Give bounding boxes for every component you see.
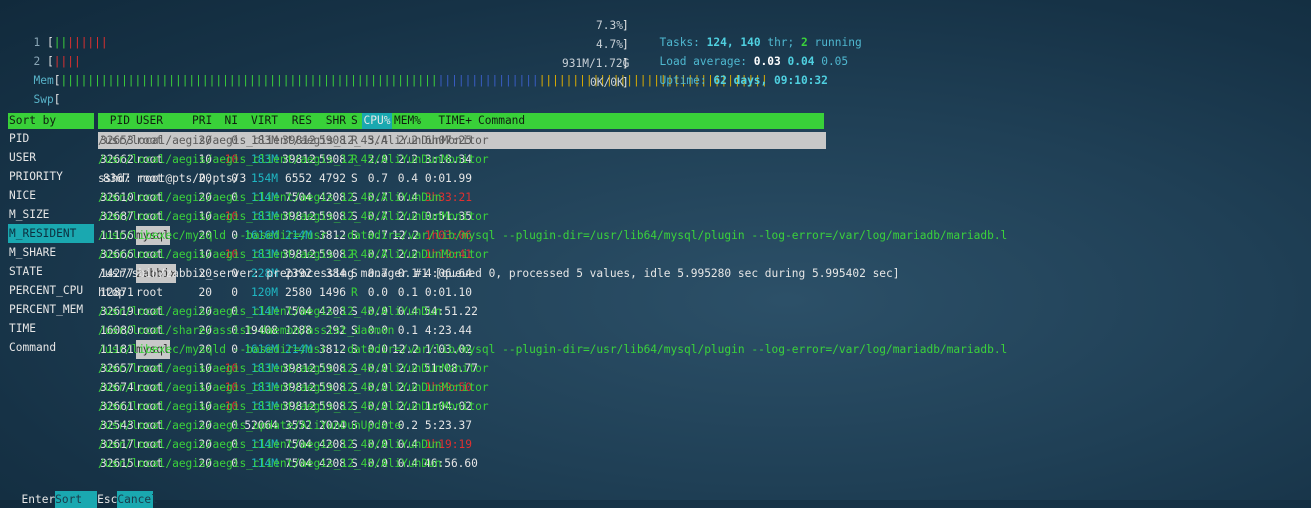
cell-shr: 4792 [319, 172, 346, 185]
sort-option-user[interactable]: USER [8, 148, 94, 167]
cell-command: /usr/libexec/mysqld --basedir=/usr --dat… [98, 229, 1008, 242]
column-pri[interactable]: PRI [192, 113, 212, 129]
process-list: 32653 root 20 0 183M 39812 5908 R 3.4 2.2 6h07:25/… [98, 131, 1298, 473]
column-ni[interactable]: NI [218, 113, 238, 129]
sort-panel: Sort by PID USER PRIORITY NICE M_SIZE M_RESID… [8, 113, 94, 357]
cell-virt: 120M [251, 286, 278, 299]
column-mem[interactable]: MEM% [394, 113, 421, 129]
cell-res: 2580 [285, 286, 312, 299]
column-shr[interactable]: SHR [318, 113, 346, 129]
sort-panel-title: Sort by [8, 113, 94, 129]
cell-command: /usr/local/aegis/aegis_client/aegis_12_4… [98, 457, 442, 470]
cell-cpu: 0.0 [367, 286, 388, 299]
process-row[interactable]: 12871 root 20 0 120M 2580 1496 R 0.0 0.1 0:01.10 ht… [98, 283, 1298, 302]
function-bar: EnterSort EscCancel [8, 474, 158, 508]
cell-mem: 0.1 [397, 286, 418, 299]
cell-user: root [136, 286, 163, 299]
process-table-header: PID USER PRI NI VIRT RES SHR S CPU% MEM%… [98, 113, 824, 129]
sort-option-m-resident[interactable]: M_RESIDENT [8, 224, 94, 243]
uptime-info: Uptime: 62 days, 09:10:32 [659, 74, 828, 87]
cell-ni: 0 [231, 286, 238, 299]
process-row[interactable]: 32687 root 10 -10 183M 39812 5908 S 0.7 2.2 0:51.3… [98, 207, 1298, 226]
process-row[interactable]: 32619 root 20 0 114M 7504 4208 S 0.0 0.4 54:51.22/… [98, 302, 1298, 321]
sort-option-m-size[interactable]: M_SIZE [8, 205, 94, 224]
cell-s: S [351, 172, 358, 185]
process-row[interactable]: 32674 root 10 -10 183M 39812 5908 S 0.0 2.2 1h39:5… [98, 378, 1298, 397]
sort-option-m-share[interactable]: M_SHARE [8, 243, 94, 262]
cell-cpu: 0.7 [367, 172, 388, 185]
cell-time: 0:01.10 [424, 286, 472, 299]
cell-command: htop [98, 286, 125, 299]
cell-mem: 0.1 [397, 324, 418, 337]
process-row[interactable]: 32662 root 10 -10 183M 39812 5908 R 2.0 2.2 3:18.3… [98, 150, 1298, 169]
cell-virt: 154M [251, 172, 278, 185]
mem-value: 931M/1.72G [562, 57, 630, 70]
sort-option-percent-mem[interactable]: PERCENT_MEM [8, 300, 94, 319]
sort-option-state[interactable]: STATE [8, 262, 94, 281]
process-row[interactable]: 32543 root 20 0 52064 3552 2024 S 0.0 0.2 5:23.37/… [98, 416, 1298, 435]
process-row[interactable]: 32610 root 20 0 114M 7504 4208 S 0.7 0.4 3h33:21/u… [98, 188, 1298, 207]
sort-option-priority[interactable]: PRIORITY [8, 167, 94, 186]
process-row[interactable]: 11181 mysql 20 0 1616M 214M 3812 S 0.0 12.2 1:03.0… [98, 340, 1298, 359]
cell-command: /usr/local/aegis/aegis_client/aegis_12_4… [98, 210, 489, 223]
cell-command: /usr/local/share/assist-daemon/assist_da… [98, 324, 395, 337]
cell-command: /usr/local/aegis/aegis_client/aegis_12_4… [98, 153, 489, 166]
cell-mem: 0.4 [397, 172, 418, 185]
cpu1-value: 7.3% [596, 19, 623, 32]
column-pid[interactable]: PID [100, 113, 130, 129]
process-row[interactable]: 32617 root 20 0 114M 7504 4208 S 0.0 0.4 1h19:19/u… [98, 435, 1298, 454]
cell-shr: 1496 [319, 286, 346, 299]
cell-time: 0:01.99 [424, 172, 472, 185]
cell-command: /usr/libexec/mysqld --basedir=/usr --dat… [98, 343, 1008, 356]
cell-res: 6552 [285, 172, 312, 185]
process-row[interactable]: 14277 zabbix 20 0 228M 2392 384 S 0.7 0.1 4:06.64/… [98, 264, 1298, 283]
cell-pri: 20 [198, 286, 212, 299]
cell-command: /usr/local/aegis/aegis_client/aegis_12_4… [98, 134, 489, 147]
column-res[interactable]: RES [282, 113, 312, 129]
cell-command: /usr/local/aegis/aegis_client/aegis_12_4… [98, 438, 442, 451]
cell-s: R [351, 286, 358, 299]
process-row[interactable]: 8367 root 20 0 154M 6552 4792 S 0.7 0.4 0:01.99 ssh… [98, 169, 1298, 188]
column-user[interactable]: USER [136, 113, 163, 129]
column-command[interactable]: Command [478, 113, 525, 129]
swp-label: Swp [33, 93, 54, 106]
process-row[interactable]: 32653 root 20 0 183M 39812 5908 R 3.4 2.2 6h07:25/… [98, 131, 1298, 150]
cell-command: /usr/local/aegis/aegis_client/aegis_12_4… [98, 381, 489, 394]
cell-command: /usr/local/aegis/aegis_update/AliYunDunU… [98, 419, 402, 432]
column-time[interactable]: TIME+ [424, 113, 472, 129]
cell-command: /usr/local/aegis/aegis_client/aegis_12_4… [98, 248, 489, 261]
cell-command: /usr/local/aegis/aegis_client/aegis_12_4… [98, 400, 489, 413]
cell-time: 5:23.37 [424, 419, 472, 432]
sort-option-time[interactable]: TIME [8, 319, 94, 338]
cell-command: sshd: root@pts/0,pts/3 [98, 172, 247, 185]
sort-option-nice[interactable]: NICE [8, 186, 94, 205]
process-row[interactable]: 32666 root 10 -10 183M 39812 5908 R 0.7 2.2 1h19:4… [98, 245, 1298, 264]
column-virt[interactable]: VIRT [244, 113, 278, 129]
process-row[interactable]: 32657 root 10 -10 183M 39812 5908 S 0.0 2.2 51:08.… [98, 359, 1298, 378]
sort-option-command[interactable]: Command [8, 338, 94, 357]
cell-command: /usr/local/aegis/aegis_client/aegis_12_4… [98, 362, 489, 375]
swp-meter: Swp[ [33, 93, 61, 106]
process-row[interactable]: 32661 root 10 -10 183M 39812 5908 S 0.0 2.2 1:04.0… [98, 397, 1298, 416]
sort-option-pid[interactable]: PID [8, 129, 94, 148]
cell-time: 4:23.44 [424, 324, 472, 337]
swp-value: 0K/0K [590, 76, 624, 89]
process-row[interactable]: 16080 root 20 0 19408 1288 292 S 0.0 0.1 4:23.44/u… [98, 321, 1298, 340]
process-row[interactable]: 11156 mysql 20 0 1616M 214M 3812 S 0.7 12.2 1h03:0… [98, 226, 1298, 245]
process-row[interactable]: 32615 root 20 0 114M 7504 4208 S 0.0 0.4 46:56.60/… [98, 454, 1298, 473]
cell-command: /usr/sbin/zabbix_server: preprocessing m… [98, 267, 900, 280]
cpu2-value: 4.7% [596, 38, 623, 51]
cell-command: /usr/local/aegis/aegis_client/aegis_12_4… [98, 305, 442, 318]
sort-option-percent-cpu[interactable]: PERCENT_CPU [8, 281, 94, 300]
column-s[interactable]: S [351, 113, 358, 129]
cell-command: /usr/local/aegis/aegis_client/aegis_12_4… [98, 191, 442, 204]
column-cpu[interactable]: CPU% [362, 113, 392, 129]
